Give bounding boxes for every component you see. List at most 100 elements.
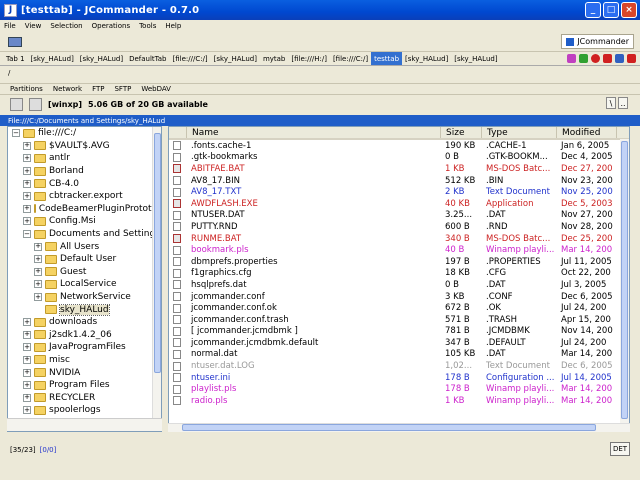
minimize-button[interactable]: _: [585, 2, 601, 18]
expand-icon[interactable]: +: [23, 330, 31, 339]
tree-node[interactable]: + $VAULT$.AVG: [8, 140, 161, 153]
menu-operations[interactable]: Operations: [92, 22, 130, 30]
tab-0[interactable]: Tab 1: [3, 52, 28, 65]
drive-select-icon[interactable]: [10, 97, 23, 111]
column-modified[interactable]: Modified: [557, 127, 617, 138]
file-list-hscroll-thumb[interactable]: [182, 424, 596, 431]
file-row[interactable]: .gtk-bookmarks 0 B .GTK-BOOKM... Dec 4, 200…: [169, 152, 629, 164]
tree-node[interactable]: + NetworkService: [8, 291, 161, 304]
expand-icon[interactable]: +: [23, 154, 31, 163]
file-row[interactable]: jcommander.conf.ok 672 B .OK Jul 24, 200: [169, 302, 629, 314]
expand-icon[interactable]: +: [23, 393, 31, 402]
tree-node[interactable]: sky_HALud: [8, 303, 161, 316]
tab-9[interactable]: testtab: [371, 52, 403, 65]
tab-1[interactable]: [sky_HALud]: [28, 52, 77, 65]
tree-node[interactable]: + spoolerlogs: [8, 404, 161, 417]
tree-scroll-thumb[interactable]: [154, 133, 161, 373]
tree-node[interactable]: + Borland: [8, 165, 161, 178]
expand-icon[interactable]: +: [34, 280, 42, 289]
tab-7[interactable]: [file:///H:/]: [288, 52, 330, 65]
close-button[interactable]: ×: [621, 2, 637, 18]
file-row[interactable]: radio.pls 1 KB Winamp playli... Mar 14, 200: [169, 395, 629, 407]
drive-icon[interactable]: [8, 36, 22, 47]
tab-3[interactable]: DefaultTab: [126, 52, 169, 65]
file-row[interactable]: bookmark.pls 40 B Winamp playli... Mar 14, …: [169, 244, 629, 256]
menu-tools[interactable]: Tools: [139, 22, 156, 30]
tab-list-icon[interactable]: [615, 54, 624, 63]
expand-icon[interactable]: +: [23, 217, 31, 226]
file-row[interactable]: RUNME.BAT 340 B MS-DOS Batc... Dec 25, 200: [169, 233, 629, 245]
crumb-network[interactable]: Network: [53, 85, 82, 93]
file-row[interactable]: .fonts.cache-1 190 KB .CACHE-1 Jan 6, 2005: [169, 140, 629, 152]
tab-11[interactable]: [sky_HALud]: [451, 52, 500, 65]
collapse-icon[interactable]: −: [12, 129, 20, 138]
file-row[interactable]: AV8_17.TXT 2 KB Text Document Nov 25, 200: [169, 186, 629, 198]
tab-4[interactable]: [file:///C:/]: [170, 52, 211, 65]
tree-node[interactable]: + j2sdk1.4.2_06: [8, 329, 161, 342]
details-button[interactable]: DET: [610, 442, 630, 456]
expand-icon[interactable]: +: [23, 318, 31, 327]
menu-help[interactable]: Help: [165, 22, 181, 30]
expand-icon[interactable]: +: [23, 406, 31, 415]
file-row[interactable]: jcommander.conf.trash 571 B .TRASH Apr 15, …: [169, 314, 629, 326]
file-row[interactable]: AWDFLASH.EXE 40 KB Application Dec 5, 2003: [169, 198, 629, 210]
path-up-button[interactable]: ..: [618, 97, 628, 109]
new-tab-icon[interactable]: [567, 54, 576, 63]
file-row[interactable]: playlist.pls 178 B Winamp playli... Mar 14,…: [169, 383, 629, 395]
file-row[interactable]: [ jcommander.jcmdbmk ] 781 B .JCMDBMK Nov 1…: [169, 326, 629, 338]
tree-vertical-scrollbar[interactable]: [152, 127, 161, 418]
path-back-button[interactable]: \: [606, 97, 616, 109]
tree-node[interactable]: + NVIDIA: [8, 366, 161, 379]
tree-node[interactable]: + downloads: [8, 316, 161, 329]
expand-icon[interactable]: +: [34, 267, 42, 276]
tree-horizontal-scrollbar[interactable]: [7, 418, 162, 431]
tab-6[interactable]: mytab: [260, 52, 288, 65]
tree-node[interactable]: + CodeBeamerPluginPrototyp: [8, 203, 161, 216]
menu-file[interactable]: File: [4, 22, 16, 30]
menu-selection[interactable]: Selection: [50, 22, 82, 30]
expand-icon[interactable]: +: [34, 242, 42, 251]
tree-node[interactable]: + Config.Msi: [8, 215, 161, 228]
file-list-scroll-thumb[interactable]: [621, 141, 628, 419]
column-name[interactable]: Name: [187, 127, 441, 138]
column-size[interactable]: Size: [441, 127, 482, 138]
tab-5[interactable]: [sky_HALud]: [211, 52, 260, 65]
tree-node[interactable]: + misc: [8, 354, 161, 367]
tree-node[interactable]: + LocalService: [8, 278, 161, 291]
tree-node[interactable]: + Guest: [8, 266, 161, 279]
column-icon[interactable]: [169, 127, 187, 138]
expand-icon[interactable]: +: [34, 255, 42, 264]
expand-icon[interactable]: +: [23, 368, 31, 377]
file-list-vertical-scrollbar[interactable]: [620, 139, 629, 431]
expand-icon[interactable]: +: [23, 167, 31, 176]
tree-node[interactable]: − Documents and Settings: [8, 228, 161, 241]
expand-icon[interactable]: +: [23, 179, 31, 188]
maximize-button[interactable]: □: [603, 2, 619, 18]
tree-node[interactable]: + cbtracker.export: [8, 190, 161, 203]
file-row[interactable]: jcommander.jcmdbmk.default 347 B .DEFAULT J…: [169, 337, 629, 349]
stop-icon[interactable]: [591, 54, 600, 63]
add-icon[interactable]: [579, 54, 588, 63]
expand-icon[interactable]: +: [23, 355, 31, 364]
file-row[interactable]: ntuser.ini 178 B Configuration ... Jul 14, …: [169, 372, 629, 384]
tree-node[interactable]: + Default User: [8, 253, 161, 266]
tab-10[interactable]: [sky_HALud]: [402, 52, 451, 65]
file-row[interactable]: AV8_17.BIN 512 KB .BIN Nov 23, 200: [169, 175, 629, 187]
expand-icon[interactable]: +: [23, 343, 31, 352]
expand-icon[interactable]: +: [34, 293, 42, 302]
tab-8[interactable]: [file:///C:/]: [330, 52, 371, 65]
file-row[interactable]: ntuser.dat.LOG 1,02... Text Document Dec 6,…: [169, 360, 629, 372]
expand-icon[interactable]: +: [23, 204, 31, 213]
file-row[interactable]: hsqlprefs.dat 0 B .DAT Jul 3, 2005: [169, 279, 629, 291]
crumb-ftp[interactable]: FTP: [92, 85, 104, 93]
menu-view[interactable]: View: [25, 22, 42, 30]
tree-node[interactable]: + JavaProgramFiles: [8, 341, 161, 354]
remove-icon[interactable]: [627, 54, 636, 63]
crumb-sftp[interactable]: SFTP: [114, 85, 131, 93]
file-row[interactable]: jcommander.conf 3 KB .CONF Dec 6, 2005: [169, 291, 629, 303]
tree-node[interactable]: + CB-4.0: [8, 177, 161, 190]
tab-2[interactable]: [sky_HALud]: [77, 52, 126, 65]
file-row[interactable]: f1graphics.cfg 18 KB .CFG Oct 22, 200: [169, 268, 629, 280]
tree-node[interactable]: + antlr: [8, 152, 161, 165]
tree-node[interactable]: + All Users: [8, 240, 161, 253]
